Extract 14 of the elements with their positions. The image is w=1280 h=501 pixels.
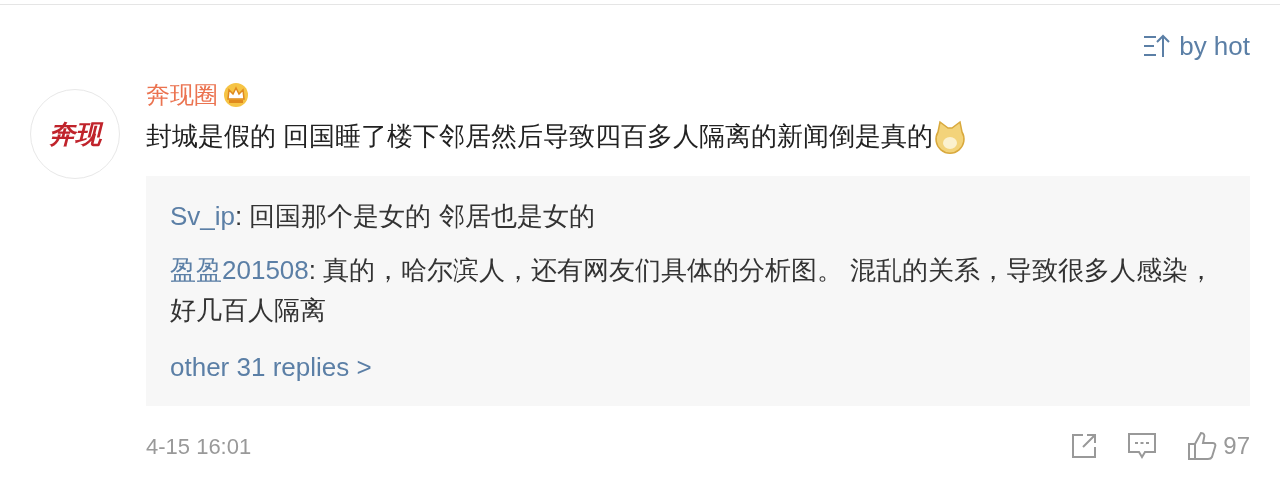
reply-username-link[interactable]: Sv_ip <box>170 201 236 231</box>
comment-text: 封城是假的 回国睡了楼下邻居然后导致四百多人隔离的新闻倒是真的 <box>146 120 934 153</box>
reply-username-link[interactable]: 盈盈201508 <box>170 255 309 285</box>
reply-text: Sv_ip: 回国那个是女的 邻居也是女的 <box>170 200 596 233</box>
like-button[interactable]: 97 <box>1187 428 1250 464</box>
comment-icon[interactable] <box>1127 432 1158 460</box>
author-name[interactable]: 奔现圈 <box>146 77 218 113</box>
more-replies-link[interactable]: other 31 replies > <box>170 348 1226 387</box>
sort-icon <box>1143 33 1172 59</box>
timestamp: 4-15 16:01 <box>146 432 252 461</box>
sort-button[interactable]: by hot <box>1143 27 1250 65</box>
thumbs-up-icon <box>1187 431 1218 461</box>
share-icon[interactable] <box>1071 433 1098 459</box>
reply-text: 盈盈201508: 真的，哈尔滨人，还有网友们具体的分析图。 混乱的关系，导致很多人感染，好几百人隔离 <box>170 254 1216 327</box>
